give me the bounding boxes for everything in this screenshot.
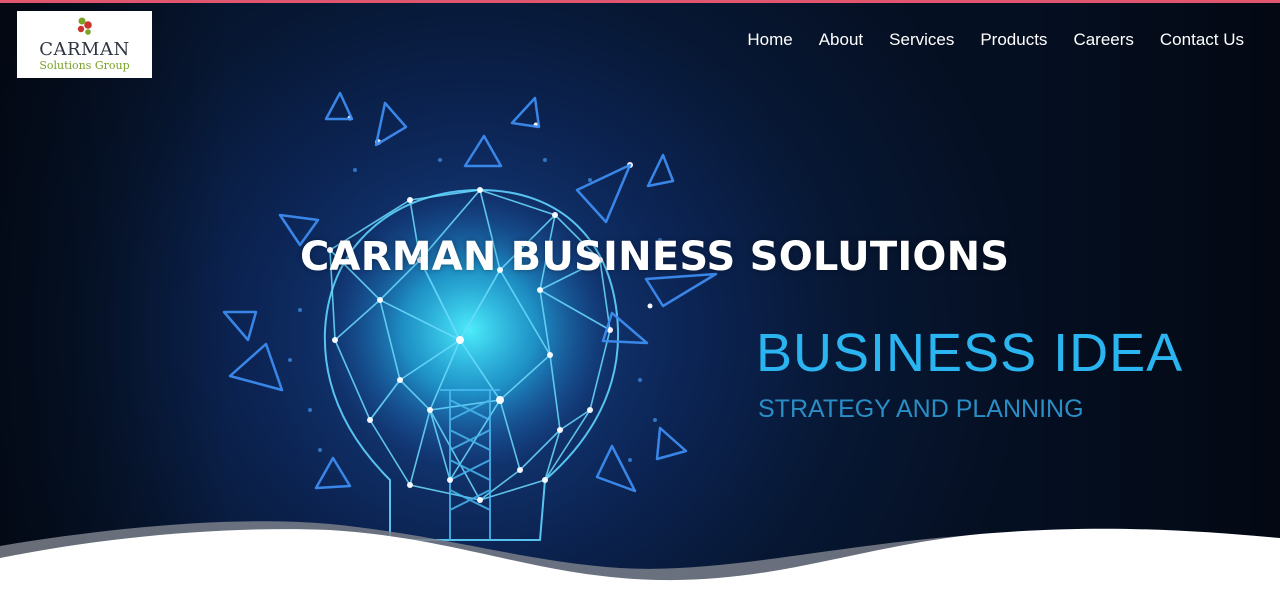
logo-subtitle: Solutions Group [39, 59, 130, 72]
nav-products[interactable]: Products [980, 29, 1047, 51]
hero-section: CARMAN Solutions Group Home About Servic… [0, 0, 1280, 616]
hero-bottom-wave [0, 521, 1280, 616]
nav-contact-us[interactable]: Contact Us [1160, 29, 1244, 51]
top-accent-bar [0, 0, 1280, 3]
nav-careers[interactable]: Careers [1073, 29, 1133, 51]
nav-services[interactable]: Services [889, 29, 954, 51]
logo-name: CARMAN [39, 39, 130, 60]
hero-title: CARMAN BUSINESS SOLUTIONS [300, 234, 1010, 280]
nav-about[interactable]: About [819, 29, 863, 51]
main-navigation: Home About Services Products Careers Con… [747, 29, 1244, 51]
brand-logo[interactable]: CARMAN Solutions Group [17, 11, 152, 78]
logo-emblem-icon [77, 17, 92, 35]
hero-subtagline: STRATEGY AND PLANNING [758, 395, 1084, 423]
hero-tagline: BUSINESS IDEA [756, 323, 1184, 383]
nav-home[interactable]: Home [747, 29, 792, 51]
